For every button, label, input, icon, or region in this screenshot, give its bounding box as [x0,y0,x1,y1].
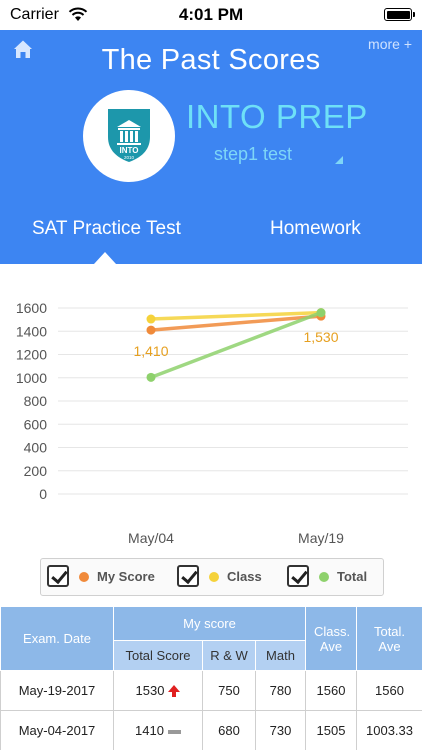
header-class-ave: Class. Ave [305,606,358,671]
header: more + The Past Scores INTO 2010 INTO PR… [0,30,422,264]
header-math: Math [254,640,307,671]
clock: 4:01 PM [178,5,244,24]
status-bar: Carrier 4:01 PM [0,0,422,30]
y-tick-label: 1600 [16,300,47,316]
dropdown-caret-icon[interactable] [335,156,343,164]
active-tab-pointer [94,252,116,264]
cell-date: May-19-2017 [0,670,114,711]
school-logo: INTO 2010 [83,90,175,182]
logo-text: INTO [120,146,139,155]
battery-icon [384,8,415,21]
data-point [146,325,156,335]
legend-label-class: Class [227,569,262,584]
cell-math: 780 [254,670,307,711]
arrow-up-icon [168,685,181,698]
x-tick-label: May/04 [128,530,174,546]
header-total-ave: Total. Ave [356,606,422,671]
score-chart: 0 200 400 600 800 1000 1200 1400 1600 May/04 May/1… [0,264,422,554]
cell-math: 730 [254,710,307,750]
cell-rw: 680 [202,710,256,750]
cell-class-ave: 1560 [305,670,358,711]
cell-total-value: 1410 [135,723,164,738]
brand-name: INTO PREP [186,98,368,135]
legend-dot-my-score [79,572,89,582]
data-point [146,372,156,382]
header-my-score: My score [112,606,307,641]
cell-total-ave: 1003.33 [356,710,422,750]
cell-total-score: 1530 [113,670,203,711]
chart-legend: My Score Class Total [40,558,384,596]
cell-date: May-04-2017 [0,710,114,750]
y-tick-label: 400 [24,440,48,456]
y-tick-label: 200 [24,463,48,479]
header-total-score: Total Score [113,640,203,671]
checkbox-checked-icon[interactable] [177,565,199,587]
data-point [316,308,326,318]
table-row: May-04-2017 1410 680 730 1505 1003.33 [0,710,422,750]
tab-sat-practice-test[interactable]: SAT Practice Test [32,218,181,240]
y-tick-label: 1000 [16,370,47,386]
dash-icon [167,729,181,734]
data-point [146,314,156,324]
header-rw: R & W [202,640,256,671]
legend-label-total: Total [337,569,368,584]
cell-total-value: 1530 [135,683,165,698]
y-tick-label: 0 [39,486,47,502]
cell-total-score: 1410 [113,710,203,750]
score-line-chart: 0 200 400 600 800 1000 1200 1400 1600 May/04 May/1… [16,300,408,546]
y-tick-label: 1200 [16,347,47,363]
cell-class-ave: 1505 [305,710,358,750]
checkbox-checked-icon[interactable] [47,565,69,587]
y-tick-label: 1400 [16,323,47,339]
y-tick-label: 600 [24,416,48,432]
table-row: May-19-2017 1530 750 780 1560 1560 [0,670,422,711]
cell-total-ave: 1560 [356,670,422,711]
data-label: 1,530 [303,329,338,345]
page-title: The Past Scores [101,44,321,76]
legend-label-my-score: My Score [97,569,155,584]
tab-homework[interactable]: Homework [270,218,361,240]
legend-dot-total [319,572,329,582]
cell-rw: 750 [202,670,256,711]
data-label: 1,410 [133,343,168,359]
legend-dot-class [209,572,219,582]
score-table: Exam. Date My score Class. Ave Total. Av… [0,606,422,750]
brand-subtitle[interactable]: step1 test [214,144,292,165]
header-exam-date: Exam. Date [0,606,114,671]
logo-year: 2010 [124,155,135,160]
checkbox-checked-icon[interactable] [287,565,309,587]
shield-logo-icon: INTO 2010 [108,109,150,162]
y-tick-label: 800 [24,393,48,409]
tab-bar: SAT Practice Test Homework [0,210,422,264]
x-tick-label: May/19 [298,530,344,546]
